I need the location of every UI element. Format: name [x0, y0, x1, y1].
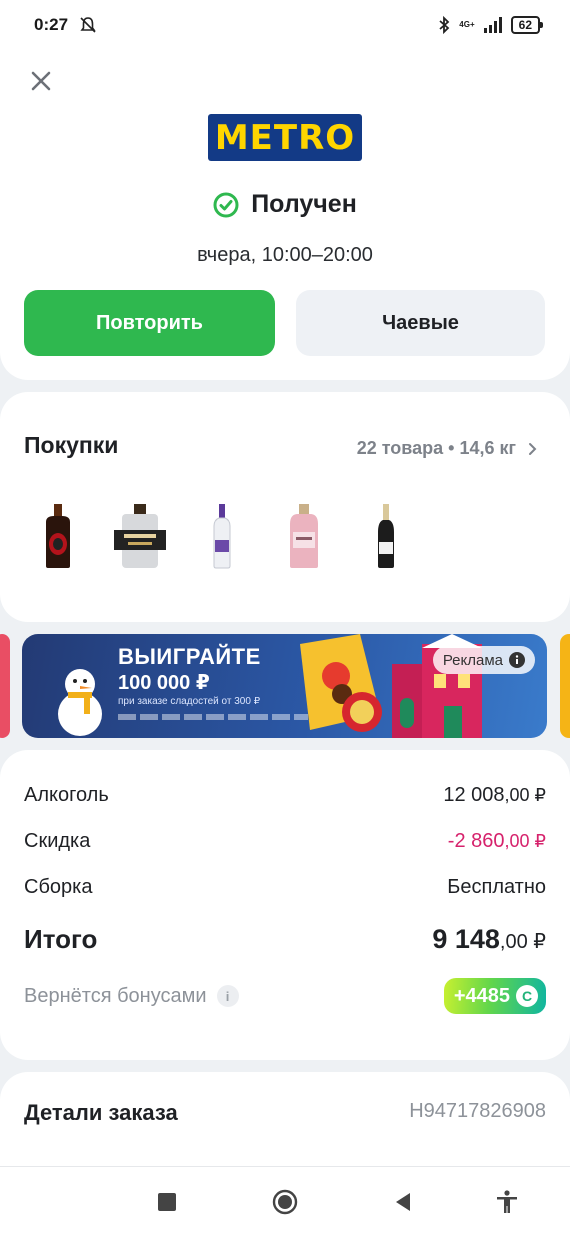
product-thumbnails: [22, 500, 422, 572]
tips-button[interactable]: Чаевые: [296, 290, 545, 356]
system-nav-bar: [0, 1166, 570, 1235]
promo-carousel[interactable]: ВЫИГРАЙТЕ 100 000 ₽ при заказе сладостей…: [0, 634, 570, 738]
bonus-value: +4485: [453, 984, 510, 1007]
next-banner-peek[interactable]: [560, 634, 570, 738]
product-sparkling-wine-bottle[interactable]: [350, 500, 422, 572]
discount-label: Скидка: [24, 830, 91, 852]
product-rum-bottle[interactable]: [22, 500, 94, 572]
order-status: Получен: [0, 190, 570, 219]
bonus-row: Вернётся бонусами i +4485 C: [24, 978, 546, 1014]
chevron-right-icon: [529, 442, 537, 455]
status-bar: 0:27 4G+ 62: [0, 0, 570, 50]
alcohol-amount: 12 008: [443, 784, 505, 806]
bonus-coin-icon: C: [516, 985, 538, 1007]
product-gin-bottle[interactable]: [104, 500, 176, 572]
info-icon[interactable]: i: [216, 985, 239, 1007]
recent-apps-icon[interactable]: [154, 1189, 180, 1215]
bonus-badge: +4485 C: [443, 978, 546, 1014]
banner-subtitle: при заказе сладостей от 300 ₽: [118, 696, 261, 707]
banner-amount: 100 000 ₽: [118, 672, 210, 694]
ad-label-badge[interactable]: Реклама: [432, 646, 535, 674]
home-icon[interactable]: [272, 1189, 298, 1215]
purchases-summary[interactable]: 22 товара • 14,6 кг: [357, 438, 538, 459]
prev-banner-peek[interactable]: [0, 634, 10, 738]
order-number: H94717826908: [409, 1100, 546, 1122]
product-vodka-bottle[interactable]: [186, 500, 258, 572]
snowman-illustration: [58, 669, 102, 736]
assembly-value: Бесплатно: [447, 876, 546, 898]
notifications-off-icon: [80, 17, 96, 33]
bluetooth-icon: [439, 15, 450, 35]
info-icon: [509, 652, 525, 668]
signal-icon: [483, 17, 502, 33]
alcohol-currency: ,00 ₽: [504, 785, 546, 805]
discount-row: Скидка -2 860,00 ₽: [24, 830, 546, 853]
repeat-order-button[interactable]: Повторить: [24, 290, 275, 356]
bonus-label-wrap: Вернётся бонусами i: [24, 985, 239, 1008]
alcohol-value: 12 008,00 ₽: [443, 784, 546, 807]
discount-value: -2 860,00 ₽: [448, 830, 546, 853]
promo-banner[interactable]: ВЫИГРАЙТЕ 100 000 ₽ при заказе сладостей…: [22, 634, 547, 738]
discount-currency: ,00 ₽: [504, 831, 546, 851]
total-currency: ,00 ₽: [499, 931, 546, 953]
store-logo: METRO: [208, 114, 362, 161]
battery-icon: 62: [510, 16, 544, 34]
purchases-title: Покупки: [24, 432, 119, 458]
discount-amount: -2 860: [447, 830, 505, 852]
close-icon[interactable]: [26, 66, 56, 96]
total-label: Итого: [24, 924, 98, 954]
delivery-time: вчера, 10:00–20:00: [197, 244, 373, 266]
store-logo-text: METRO: [214, 117, 356, 158]
purchases-count-weight: 22 товара • 14,6 кг: [356, 438, 516, 458]
total-row: Итого 9 148,00 ₽: [24, 924, 546, 955]
assembly-label: Сборка: [24, 876, 93, 898]
order-details-title: Детали заказа: [24, 1100, 178, 1125]
product-pink-gin-bottle[interactable]: [268, 500, 340, 572]
back-icon[interactable]: [390, 1189, 416, 1215]
network-type: 4G+: [459, 20, 475, 29]
order-summary-card: Алкоголь 12 008,00 ₽ Скидка -2 860,00 ₽ …: [0, 750, 570, 1060]
bonus-label: Вернётся бонусами: [24, 984, 207, 1007]
status-time: 0:27: [34, 15, 69, 34]
candy-box-illustration: [300, 634, 382, 732]
total-amount: 9 148: [432, 924, 500, 954]
alcohol-row: Алкоголь 12 008,00 ₽: [24, 784, 546, 807]
purchases-card[interactable]: Покупки 22 товара • 14,6 кг: [0, 392, 570, 622]
accessibility-icon[interactable]: [494, 1189, 520, 1215]
check-circle-icon: [213, 192, 239, 217]
total-value: 9 148,00 ₽: [432, 924, 546, 955]
assembly-row: Сборка Бесплатно: [24, 876, 546, 899]
order-status-text: Получен: [251, 190, 357, 218]
alcohol-label: Алкоголь: [24, 784, 109, 806]
order-header-card: METRO Получен вчера, 10:00–20:00 Повтори…: [0, 50, 570, 380]
banner-headline: ВЫИГРАЙТЕ: [118, 644, 261, 669]
ad-label-text: Реклама: [442, 651, 503, 669]
